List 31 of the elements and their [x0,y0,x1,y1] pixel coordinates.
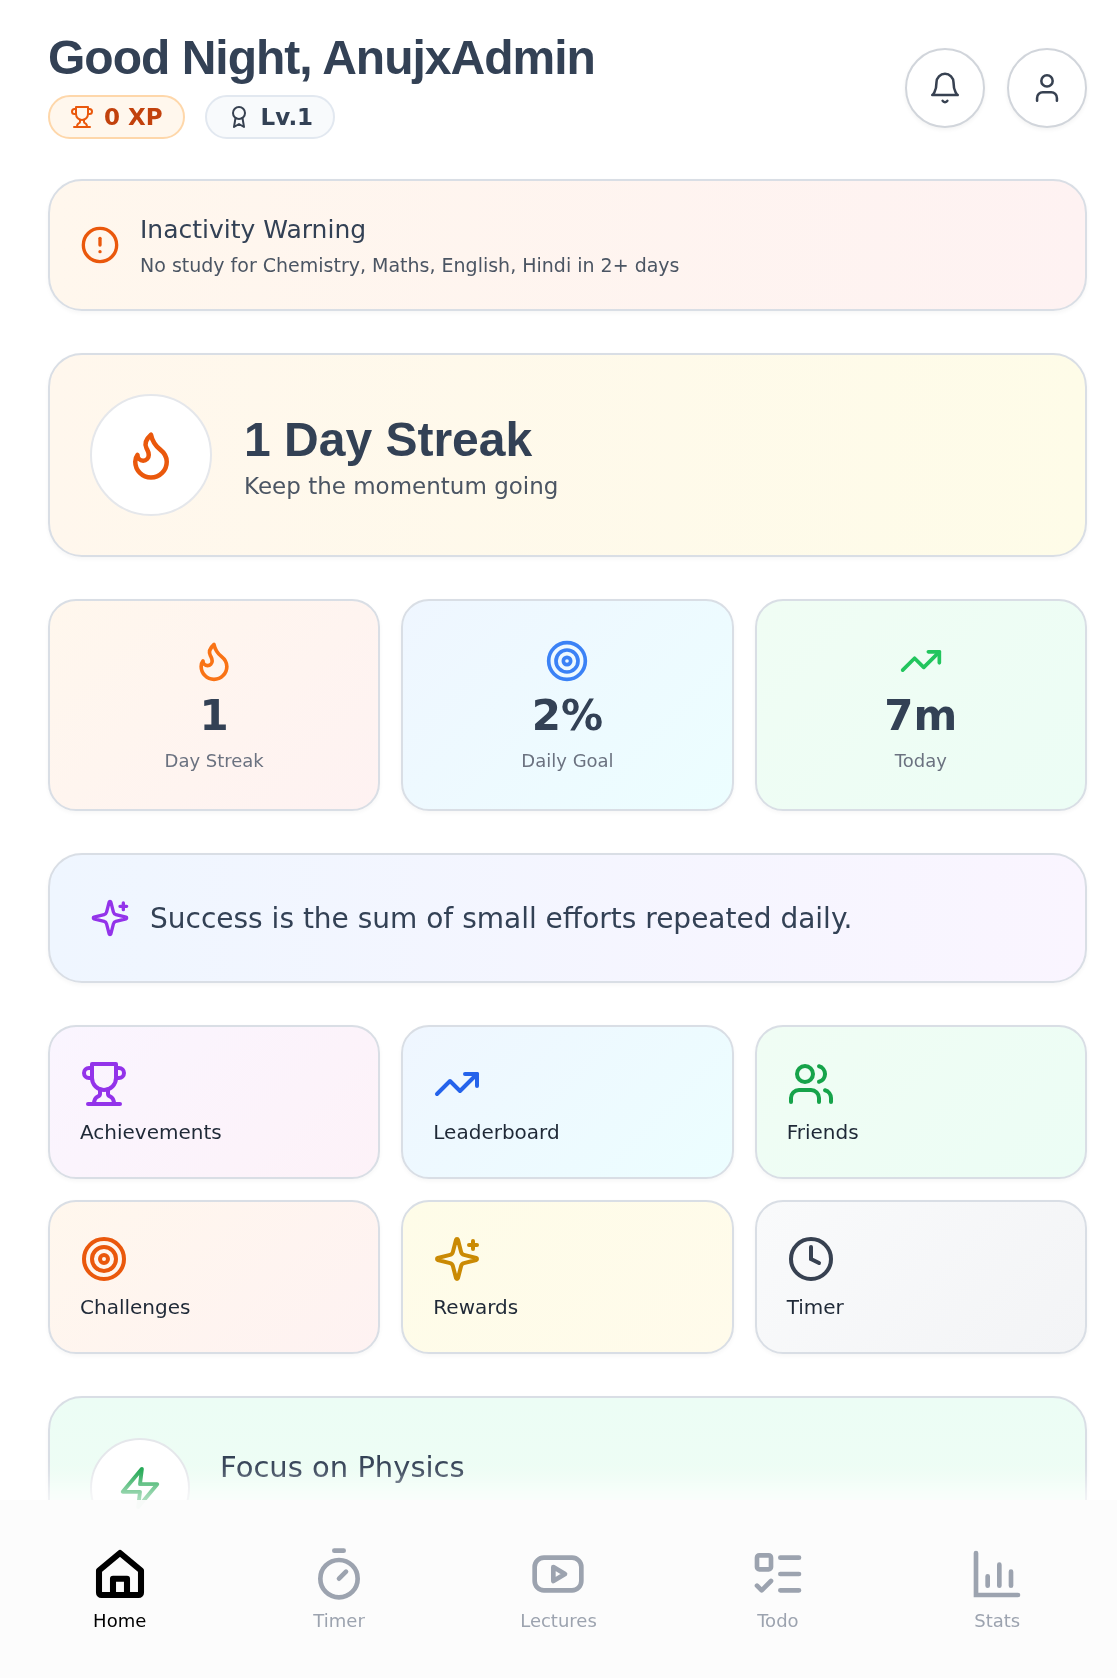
feature-tile[interactable]: Timer [754,1200,1087,1354]
feature-tile[interactable]: Challenges [48,1200,381,1354]
target-icon [545,639,590,683]
trophy-icon [80,1060,128,1108]
stat-value: 2% [531,691,604,740]
stat-label: Daily Goal [521,750,614,771]
sparkle-icon [433,1235,482,1283]
nav-tab[interactable]: Home [85,1542,154,1635]
streak-subtitle: Keep the momentum going [244,472,559,499]
focus-title: Focus on Physics [220,1450,465,1484]
stat-label: Today [894,750,947,771]
stat-label: Day Streak [164,750,264,771]
feature-tile[interactable]: Leaderboard [401,1025,734,1179]
warning-title: Inactivity Warning [140,214,368,244]
alert-icon [80,225,120,265]
stat-value: 1 [199,691,229,740]
sparkle-icon [90,898,130,938]
feature-tile[interactable]: Achievements [48,1025,381,1179]
xp-count: 0 XP [104,104,163,130]
greeting-title: Good Night, AnujxAdmin [48,30,595,85]
stat-value: 7m [884,691,958,740]
trophy-icon [70,105,94,129]
feature-tile[interactable]: Rewards [401,1200,734,1354]
warning-message: No study for Chemistry, Maths, English, Hindi in 2+ days [140,253,680,276]
feature-tile[interactable]: Friends [754,1025,1087,1179]
bell-icon [928,71,962,105]
streak-title: 1 Day Streak [244,411,534,467]
quote-text: Success is the sum of small efforts repeated daily. [150,901,853,935]
clock-icon [786,1235,835,1283]
level-text: Lv.1 [260,104,314,130]
target-icon [80,1235,128,1283]
